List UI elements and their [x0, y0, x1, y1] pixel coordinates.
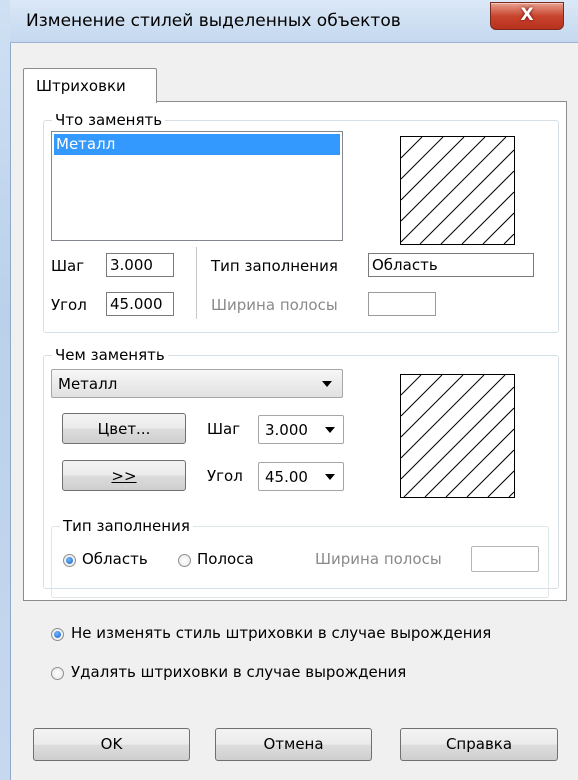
fill-type-group-label: Тип заполнения — [60, 517, 193, 535]
color-button-label: Цвет... — [97, 420, 151, 438]
help-button-label: Справка — [445, 735, 513, 753]
replace-what-group: Что заменять Металл Шаг 3.000 Угол 45.00… — [43, 111, 559, 333]
list-item[interactable]: Металл — [54, 134, 340, 155]
hatch-style-dropdown-value: Металл — [58, 375, 118, 393]
window-frame-left — [0, 0, 11, 780]
close-button[interactable]: X — [490, 2, 564, 30]
new-step-value: 3.000 — [265, 421, 308, 439]
delete-hatch-label[interactable]: Удалять штриховки в случае вырождения — [71, 663, 406, 681]
step-label: Шаг — [51, 257, 85, 275]
fill-band-label[interactable]: Полоса — [197, 550, 254, 568]
current-hatch-preview — [400, 136, 515, 245]
fill-area-radio[interactable] — [63, 554, 76, 567]
color-button[interactable]: Цвет... — [62, 413, 186, 444]
ok-button[interactable]: OK — [33, 728, 190, 761]
angle-field[interactable]: 45.000 — [106, 292, 174, 316]
step-value: 3.000 — [110, 256, 153, 274]
help-button[interactable]: Справка — [400, 728, 558, 761]
keep-style-label[interactable]: Не изменять стиль штриховки в случае выр… — [71, 624, 491, 642]
band-width-label: Ширина полосы — [211, 296, 338, 314]
fill-type-field: Область — [368, 253, 534, 277]
new-angle-value: 45.00 — [265, 468, 308, 486]
keep-style-radio[interactable] — [51, 628, 64, 641]
step-field[interactable]: 3.000 — [106, 253, 174, 277]
chevron-down-icon — [322, 381, 332, 387]
title-bar[interactable]: Изменение стилей выделенных объектов X — [10, 0, 578, 43]
new-band-width-label: Ширина полосы — [315, 550, 442, 568]
tab-hatches[interactable]: Штриховки — [23, 68, 157, 103]
hatch-style-list[interactable]: Металл — [51, 131, 343, 241]
delete-hatch-radio[interactable] — [51, 667, 64, 680]
hatch-style-dropdown[interactable]: Металл — [51, 369, 343, 398]
new-angle-label: Угол — [207, 467, 243, 485]
ok-button-label: OK — [100, 735, 123, 753]
new-angle-dropdown[interactable]: 45.00 — [258, 462, 344, 491]
chevron-down-icon — [325, 474, 335, 480]
new-step-dropdown[interactable]: 3.000 — [258, 415, 344, 444]
new-hatch-preview — [400, 374, 515, 498]
fill-area-label[interactable]: Область — [82, 550, 148, 568]
replace-with-group: Чем заменять Металл Цвет... >> Шаг 3.000… — [43, 346, 559, 598]
band-width-field — [368, 292, 436, 316]
copy-settings-button[interactable]: >> — [62, 460, 186, 491]
cancel-button[interactable]: Отмена — [215, 728, 372, 761]
vertical-separator — [196, 247, 197, 319]
fill-type-label: Тип заполнения — [211, 257, 338, 275]
fill-type-group: Тип заполнения Область Полоса Ширина пол… — [51, 517, 549, 598]
fill-type-value: Область — [372, 256, 438, 274]
tab-hatches-label: Штриховки — [36, 77, 126, 95]
angle-value: 45.000 — [110, 295, 163, 313]
fill-band-radio[interactable] — [178, 554, 191, 567]
new-step-label: Шаг — [207, 420, 241, 438]
window-title: Изменение стилей выделенных объектов — [26, 11, 401, 31]
close-icon: X — [520, 5, 534, 25]
list-item-label: Металл — [56, 135, 116, 153]
copy-settings-button-label: >> — [111, 467, 137, 485]
chevron-down-icon — [325, 427, 335, 433]
tab-panel: Что заменять Металл Шаг 3.000 Угол 45.00… — [23, 101, 567, 601]
replace-with-group-label: Чем заменять — [52, 346, 168, 364]
replace-what-group-label: Что заменять — [52, 111, 166, 129]
angle-label: Угол — [51, 296, 87, 314]
cancel-button-label: Отмена — [263, 735, 324, 753]
new-band-width-field — [471, 546, 539, 572]
